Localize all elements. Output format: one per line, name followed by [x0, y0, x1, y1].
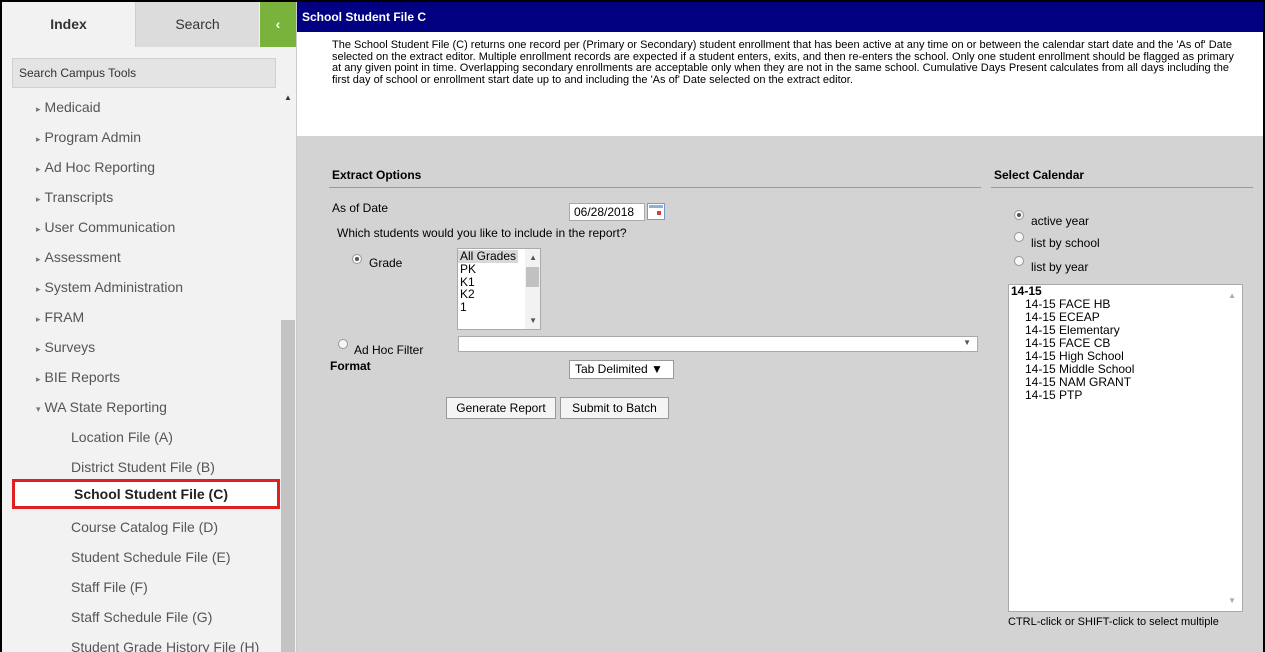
ad-hoc-filter-label: Ad Hoc Filter [354, 343, 424, 357]
sidebar-item-label: Staff File (F) [71, 579, 148, 595]
ad-hoc-filter-radio[interactable] [338, 339, 348, 349]
scroll-down-icon[interactable]: ▼ [1228, 596, 1236, 605]
search-input[interactable]: Search Campus Tools [12, 58, 276, 88]
sidebar-item-label: Assessment [44, 249, 121, 265]
sidebar-item-location-file[interactable]: Location File (A) [2, 422, 280, 452]
sidebar-item-fram[interactable]: ▸ FRAM [2, 302, 280, 332]
scroll-up-icon[interactable]: ▲ [284, 93, 292, 102]
expand-arrow-icon: ▸ [36, 104, 41, 114]
list-by-school-label: list by school [1031, 236, 1100, 250]
expand-arrow-icon: ▸ [36, 134, 41, 144]
active-year-label: active year [1031, 214, 1090, 228]
sidebar: Index Search ‹ Search Campus Tools ▸ Medi… [2, 2, 297, 652]
active-year-radio[interactable] [1014, 210, 1024, 220]
expand-arrow-icon: ▸ [36, 314, 41, 324]
multi-select-hint: CTRL-click or SHIFT-click to select mult… [1008, 616, 1219, 628]
sidebar-item-course-catalog-file[interactable]: Course Catalog File (D) [2, 512, 280, 542]
tab-index[interactable]: Index [2, 2, 135, 47]
sidebar-item-system-administration[interactable]: ▸ System Administration [2, 272, 280, 302]
sidebar-item-label: Surveys [44, 339, 96, 355]
students-question: Which students would you like to include… [337, 226, 627, 240]
extract-options-title: Extract Options [332, 168, 422, 182]
sidebar-item-wa-state-reporting[interactable]: ▾ WA State Reporting [2, 392, 280, 422]
listbox-scroll-thumb[interactable] [526, 267, 539, 287]
sidebar-item-student-grade-history-file[interactable]: Student Grade History File (H) [2, 632, 280, 652]
sidebar-item-label: Medicaid [44, 99, 101, 115]
divider [991, 187, 1253, 188]
sidebar-item-bie-reports[interactable]: ▸ BIE Reports [2, 362, 280, 392]
tab-search[interactable]: Search [135, 2, 259, 47]
page-title: School Student File C [297, 2, 1263, 32]
sidebar-menu: ▸ Medicaid ▸ Program Admin ▸ Ad Hoc Reporti… [2, 92, 280, 652]
sidebar-item-label: WA State Reporting [44, 399, 167, 415]
as-of-date-label: As of Date [332, 201, 389, 215]
expand-arrow-icon: ▸ [36, 344, 41, 354]
sidebar-item-label: User Communication [44, 219, 176, 235]
format-label: Format [330, 359, 371, 373]
format-select[interactable]: Tab Delimited ▼ [569, 360, 674, 379]
grade-radio[interactable] [352, 254, 362, 264]
sidebar-item-label: Student Grade History File (H) [71, 639, 260, 652]
list-by-year-radio[interactable] [1014, 256, 1024, 266]
sidebar-item-label: Student Schedule File (E) [71, 549, 231, 565]
list-item[interactable]: 14-15 PTP [1009, 389, 1242, 402]
expand-arrow-icon: ▸ [36, 164, 41, 174]
sidebar-item-school-student-file[interactable]: School Student File (C) [12, 479, 280, 509]
sidebar-item-label: Location File (A) [71, 429, 173, 445]
sidebar-item-program-admin[interactable]: ▸ Program Admin [2, 122, 280, 152]
sidebar-item-label: Staff Schedule File (G) [71, 609, 213, 625]
list-by-school-radio[interactable] [1014, 232, 1024, 242]
expand-arrow-icon: ▸ [36, 194, 41, 204]
list-item[interactable]: All Grades [458, 250, 519, 263]
calendar-picker-icon[interactable] [647, 203, 665, 220]
sidebar-item-user-communication[interactable]: ▸ User Communication [2, 212, 280, 242]
select-calendar-title: Select Calendar [994, 168, 1085, 182]
sidebar-item-student-schedule-file[interactable]: Student Schedule File (E) [2, 542, 280, 572]
sidebar-item-label: District Student File (B) [71, 459, 215, 475]
sidebar-item-district-student-file[interactable]: District Student File (B) [2, 452, 280, 482]
divider [329, 187, 981, 188]
grade-listbox[interactable]: All Grades PK K1 K2 1 ▲ ▼ [457, 248, 541, 330]
main-panel: School Student File C The School Student… [297, 2, 1263, 652]
list-by-year-label: list by year [1031, 260, 1089, 274]
sidebar-item-label: System Administration [44, 279, 184, 295]
sidebar-item-ad-hoc-reporting[interactable]: ▸ Ad Hoc Reporting [2, 152, 280, 182]
chevron-down-icon: ▼ [963, 338, 971, 347]
sidebar-item-staff-file[interactable]: Staff File (F) [2, 572, 280, 602]
scroll-down-icon[interactable]: ▼ [529, 316, 537, 325]
expand-arrow-icon: ▸ [36, 254, 41, 264]
sidebar-item-label: Program Admin [44, 129, 142, 145]
sidebar-item-label: Ad Hoc Reporting [44, 159, 156, 175]
expand-arrow-icon: ▸ [36, 284, 41, 294]
scroll-up-icon[interactable]: ▲ [1228, 291, 1236, 300]
scroll-up-icon[interactable]: ▲ [529, 253, 537, 262]
app-frame: Index Search ‹ Search Campus Tools ▸ Medi… [0, 0, 1265, 652]
as-of-date-input[interactable]: 06/28/2018 [569, 203, 645, 221]
sidebar-item-label: Transcripts [44, 189, 114, 205]
sidebar-tabs: Index Search ‹ [2, 2, 296, 47]
sidebar-item-label: Course Catalog File (D) [71, 519, 219, 535]
ad-hoc-filter-select[interactable]: ▼ [458, 336, 978, 352]
collapse-sidebar-icon[interactable]: ‹ [260, 2, 296, 47]
expand-arrow-icon: ▸ [36, 224, 41, 234]
submit-to-batch-button[interactable]: Submit to Batch [560, 397, 669, 419]
grade-label: Grade [369, 256, 403, 270]
description-panel: The School Student File (C) returns one … [297, 32, 1263, 136]
sidebar-item-label: School Student File (C) [74, 486, 228, 502]
collapse-arrow-icon: ▾ [36, 404, 41, 414]
expand-arrow-icon: ▸ [36, 374, 41, 384]
sidebar-scroll-thumb[interactable] [281, 320, 295, 652]
description-text: The School Student File (C) returns one … [332, 39, 1234, 86]
sidebar-item-assessment[interactable]: ▸ Assessment [2, 242, 280, 272]
sidebar-item-surveys[interactable]: ▸ Surveys [2, 332, 280, 362]
sidebar-item-label: FRAM [44, 309, 85, 325]
sidebar-item-medicaid[interactable]: ▸ Medicaid [2, 92, 280, 122]
sidebar-item-transcripts[interactable]: ▸ Transcripts [2, 182, 280, 212]
sidebar-item-staff-schedule-file[interactable]: Staff Schedule File (G) [2, 602, 280, 632]
sidebar-item-label: BIE Reports [44, 369, 121, 385]
calendar-listbox[interactable]: 14-15 14-15 FACE HB 14-15 ECEAP 14-15 El… [1008, 284, 1243, 612]
generate-report-button[interactable]: Generate Report [446, 397, 556, 419]
